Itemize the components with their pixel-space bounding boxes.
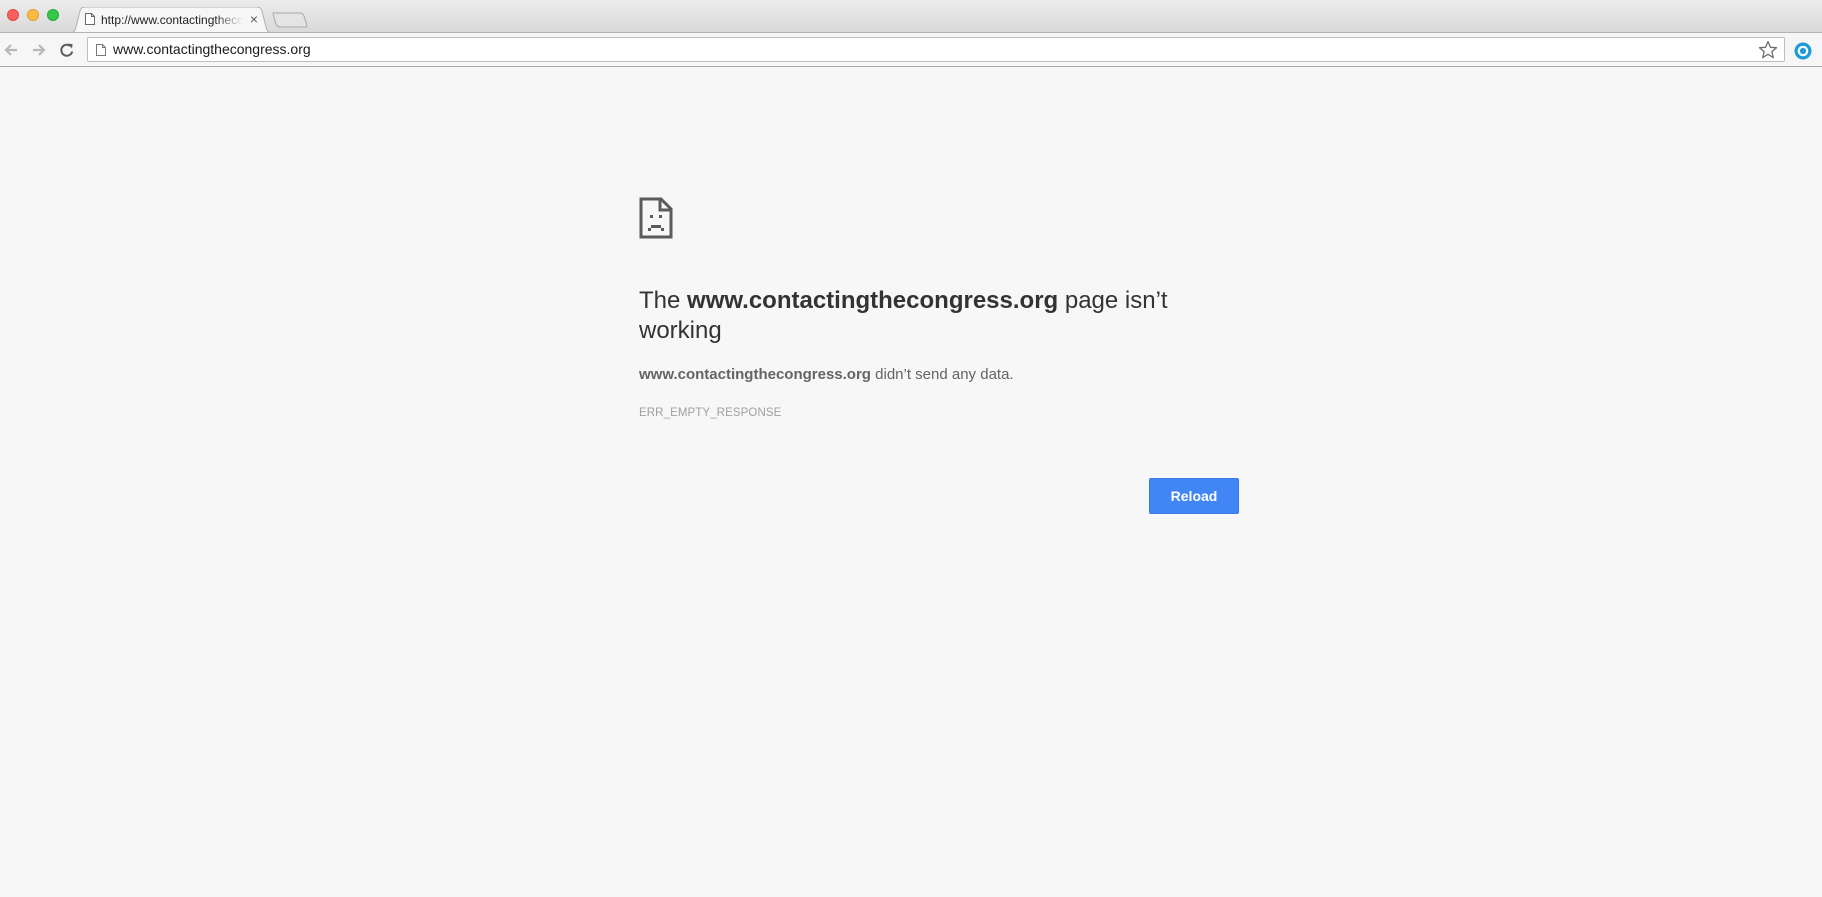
back-arrow-icon[interactable] xyxy=(2,41,20,59)
detail-host: www.contactingthecongress.org xyxy=(639,366,871,383)
sad-page-icon xyxy=(639,197,673,239)
page-icon xyxy=(85,13,95,25)
headline-prefix: The xyxy=(639,287,688,314)
page-icon xyxy=(96,44,106,56)
browser-window: http://www.contactingthecongress.org × w… xyxy=(0,0,1822,897)
toolbar: www.contactingthecongress.org xyxy=(0,32,1822,67)
reload-button[interactable]: Reload xyxy=(1149,478,1239,514)
forward-arrow-icon[interactable] xyxy=(30,41,48,59)
error-headline: The www.contactingthecongress.org page i… xyxy=(639,286,1199,346)
tab-close-icon[interactable]: × xyxy=(248,12,260,26)
error-page: The www.contactingthecongress.org page i… xyxy=(0,67,1822,897)
circle-extension-icon[interactable] xyxy=(1793,41,1813,61)
address-bar[interactable]: www.contactingthecongress.org xyxy=(87,37,1785,62)
error-code: ERR_EMPTY_RESPONSE xyxy=(639,407,782,419)
window-minimize-button[interactable] xyxy=(27,9,39,21)
tab-title: http://www.contactingthecongress.org xyxy=(101,13,243,27)
detail-suffix: didn’t send any data. xyxy=(870,366,1014,383)
star-icon[interactable] xyxy=(1758,40,1778,60)
tab-strip: http://www.contactingthecongress.org × xyxy=(0,0,1822,33)
headline-host: www.contactingthecongress.org xyxy=(687,287,1059,314)
error-detail: www.contactingthecongress.org didn’t sen… xyxy=(639,366,1239,384)
window-maximize-button[interactable] xyxy=(47,9,59,21)
address-bar-url[interactable]: www.contactingthecongress.org xyxy=(113,38,311,61)
new-tab-button[interactable] xyxy=(272,12,308,28)
window-close-button[interactable] xyxy=(7,9,19,21)
reload-icon[interactable] xyxy=(58,41,76,59)
